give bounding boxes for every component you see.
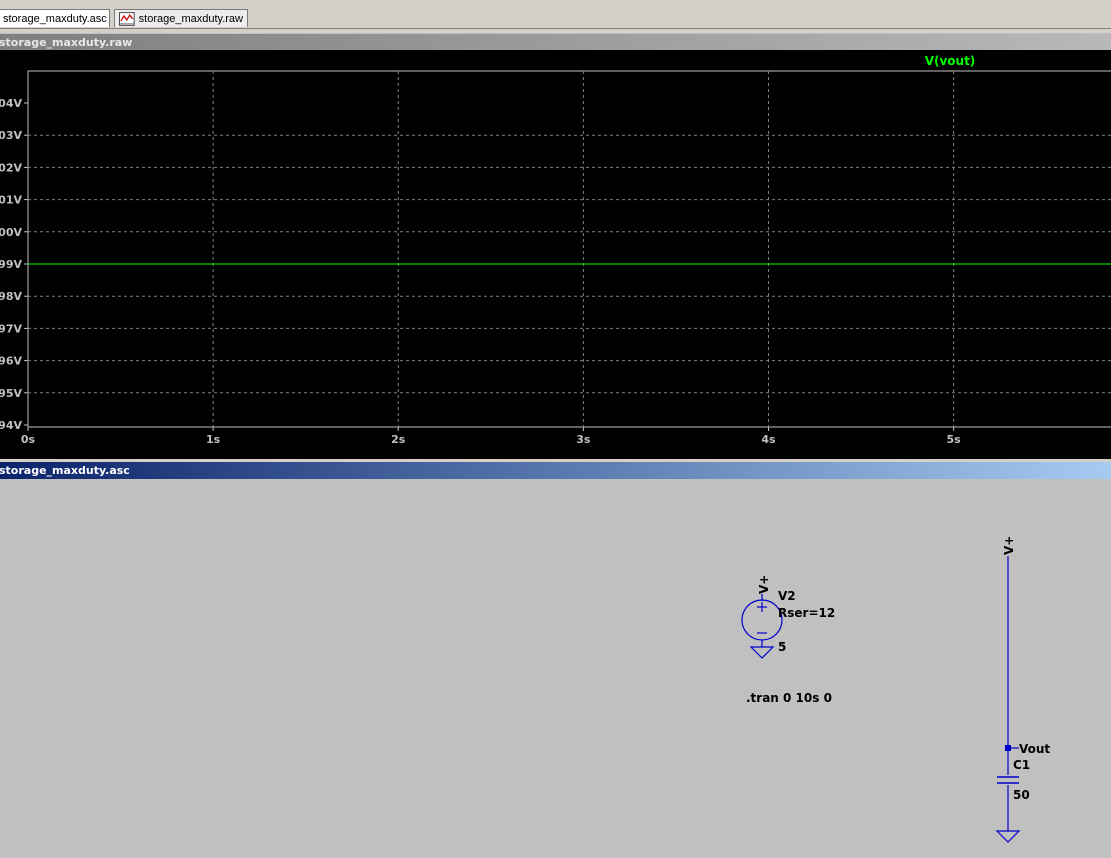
capacitor-name: C1 — [1013, 758, 1030, 772]
schematic-window-title: storage_maxduty.asc — [0, 464, 130, 477]
vsource-param: Rser=12 — [778, 606, 835, 620]
y-tick-label: 01V — [0, 194, 22, 207]
schematic-canvas[interactable]: V+ V2 Rser=12 5 .tran 0 10s 0 V+ Vout C1 — [0, 479, 1111, 858]
spice-directive[interactable]: .tran 0 10s 0 — [746, 691, 832, 705]
tab-label: storage_maxduty.asc — [3, 12, 107, 25]
ground-icon — [749, 646, 775, 659]
y-tick-label: 04V — [0, 97, 22, 110]
trace-label[interactable]: V(vout) — [925, 54, 976, 68]
schematic-drawing[interactable]: V+ V2 Rser=12 5 .tran 0 10s 0 V+ Vout C1 — [0, 479, 1111, 858]
voltage-source-v2[interactable]: V+ V2 Rser=12 5 — [741, 575, 835, 659]
divider — [0, 28, 1111, 33]
y-tick-label: 00V — [0, 226, 22, 239]
y-tick-label: 03V — [0, 129, 22, 142]
y-tick-label: 97V — [0, 322, 22, 335]
plot-canvas[interactable]: 04V 03V 02V 01V 00V 99V 98V 97V 96V 95V 94V0s 1s 2s 3… — [0, 50, 1111, 460]
vsource-net-label: V+ — [757, 575, 771, 594]
y-tick-label: 95V — [0, 387, 22, 400]
vsource-value: 5 — [778, 640, 786, 654]
y-tick-label: 94V — [0, 419, 22, 432]
plot-frame — [27, 70, 1111, 428]
x-tick-label: 4s — [761, 433, 776, 446]
waveform-plot[interactable]: 04V 03V 02V 01V 00V 99V 98V 97V 96V 95V 94V 0s 1s 2s 3… — [0, 50, 1111, 460]
tab-label: storage_maxduty.raw — [138, 12, 243, 25]
x-tick-label: 1s — [206, 433, 221, 446]
tab-waveform[interactable]: storage_maxduty.raw — [114, 9, 248, 27]
plot-window-titlebar[interactable]: storage_maxduty.raw — [0, 34, 1111, 50]
waveform-icon — [119, 11, 135, 26]
tab-schematic[interactable]: storage_maxduty.asc — [0, 9, 110, 27]
y-tick-label: 99V — [0, 258, 22, 271]
capacitor-value: 50 — [1013, 788, 1030, 802]
ground-icon — [995, 830, 1021, 843]
y-tick-label: 98V — [0, 290, 22, 303]
x-tick-label: 5s — [947, 433, 962, 446]
y-tick-label: 96V — [0, 355, 22, 368]
document-tabs: storage_maxduty.asc storage_maxduty.raw — [0, 8, 1111, 28]
vsource-name: V2 — [778, 589, 796, 603]
y-tick-label: 02V — [0, 161, 22, 174]
x-tick-label: 3s — [576, 433, 591, 446]
node-label-vout[interactable]: Vout — [1019, 742, 1050, 756]
capacitor-branch[interactable]: V+ Vout C1 50 — [995, 536, 1050, 843]
plot-window-title: storage_maxduty.raw — [0, 35, 133, 49]
schematic-window-titlebar[interactable]: storage_maxduty.asc — [0, 462, 1111, 479]
x-tick-label: 2s — [391, 433, 406, 446]
x-tick-label: 0s — [21, 433, 36, 446]
supply-net-label: V+ — [1002, 536, 1016, 555]
